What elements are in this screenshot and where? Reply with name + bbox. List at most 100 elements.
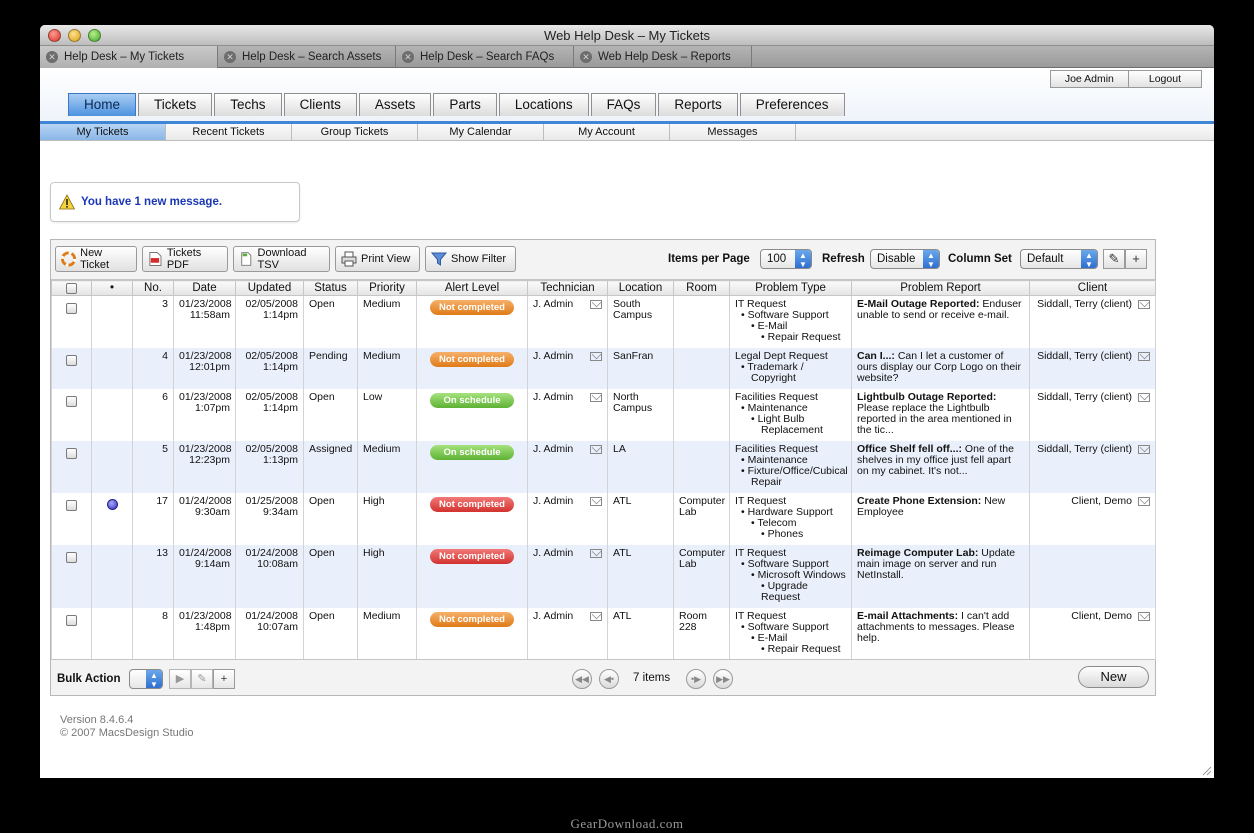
browser-tab[interactable]: ✕ Help Desk – Search Assets: [218, 46, 396, 68]
column-header[interactable]: Status: [303, 280, 358, 296]
problem-report-cell[interactable]: Office Shelf fell off...: One of the she…: [851, 440, 1030, 493]
column-header[interactable]: •: [91, 280, 133, 296]
row-checkbox[interactable]: [66, 395, 77, 407]
next-page-button[interactable]: •▶: [686, 669, 706, 689]
table-row[interactable]: 13 01/24/2008 9:14am 01/24/2008 10:08am Open H…: [51, 544, 1156, 608]
bulk-run-button[interactable]: ▶: [169, 669, 191, 689]
problem-report-cell[interactable]: Reimage Computer Lab: Update main image …: [851, 544, 1030, 608]
email-icon[interactable]: [1138, 392, 1150, 402]
ticket-number[interactable]: 6: [132, 388, 174, 441]
items-per-page-select[interactable]: 100 ▲ ▼: [760, 249, 812, 269]
email-icon[interactable]: [590, 444, 602, 454]
main-tab-preferences[interactable]: Preferences: [739, 93, 845, 116]
email-icon[interactable]: [590, 496, 602, 506]
minimize-window-button[interactable]: [68, 29, 81, 42]
problem-report-cell[interactable]: E-mail Attachments: I can't add attachme…: [851, 607, 1030, 660]
download-tsv-button[interactable]: Download TSV: [233, 246, 330, 272]
last-page-button[interactable]: ▶▶: [713, 669, 733, 689]
technician-name[interactable]: J. Admin: [533, 350, 573, 362]
problem-report-cell[interactable]: Can I...: Can I let a customer of ours d…: [851, 347, 1030, 389]
new-button[interactable]: New: [1078, 666, 1149, 688]
main-tab-parts[interactable]: Parts: [433, 93, 497, 116]
column-header[interactable]: Problem Type: [729, 280, 852, 296]
technician-name[interactable]: J. Admin: [533, 443, 573, 455]
main-tab-clients[interactable]: Clients: [283, 93, 357, 116]
close-tab-icon[interactable]: ✕: [580, 51, 592, 63]
close-window-button[interactable]: [48, 29, 61, 42]
resize-grip-icon[interactable]: [1200, 764, 1212, 776]
table-row[interactable]: 8 01/23/2008 1:48pm 01/24/2008 10:07am Open Me…: [51, 607, 1156, 660]
row-checkbox[interactable]: [66, 303, 77, 314]
problem-report-cell[interactable]: Create Phone Extension: New Employee: [851, 492, 1030, 545]
client-name[interactable]: Siddall, Terry (client): [1037, 391, 1132, 403]
refresh-select[interactable]: Disable ▲ ▼: [870, 249, 940, 269]
technician-name[interactable]: J. Admin: [533, 610, 573, 622]
bulk-edit-button[interactable]: ✎: [191, 669, 213, 689]
main-tab-locations[interactable]: Locations: [498, 93, 589, 116]
select-all-checkbox[interactable]: [66, 282, 77, 294]
bulk-add-button[interactable]: +: [213, 669, 235, 689]
close-tab-icon[interactable]: ✕: [224, 51, 236, 63]
row-checkbox[interactable]: [66, 447, 77, 459]
client-name[interactable]: Siddall, Terry (client): [1037, 299, 1132, 310]
user-name-button[interactable]: Joe Admin: [1051, 71, 1129, 87]
ticket-number[interactable]: 3: [132, 295, 174, 348]
column-header[interactable]: Client: [1029, 280, 1156, 296]
email-icon[interactable]: [1138, 444, 1150, 454]
main-tab-assets[interactable]: Assets: [358, 93, 432, 116]
technician-name[interactable]: J. Admin: [533, 391, 573, 403]
column-header[interactable]: [51, 280, 92, 296]
email-icon[interactable]: [590, 611, 602, 621]
technician-name[interactable]: J. Admin: [533, 495, 573, 507]
ticket-number[interactable]: 4: [132, 347, 174, 389]
client-name[interactable]: Siddall, Terry (client): [1037, 443, 1132, 455]
email-icon[interactable]: [1138, 300, 1150, 309]
sub-tab-group-tickets[interactable]: Group Tickets: [292, 124, 418, 140]
column-set-select[interactable]: Default ▲ ▼: [1020, 249, 1098, 269]
main-tab-reports[interactable]: Reports: [658, 93, 738, 116]
email-icon[interactable]: [590, 392, 602, 402]
ticket-number[interactable]: 5: [132, 440, 174, 493]
print-view-button[interactable]: Print View: [335, 246, 420, 272]
technician-name[interactable]: J. Admin: [533, 299, 573, 310]
sub-tab-my-calendar[interactable]: My Calendar: [418, 124, 544, 140]
sub-tab-my-account[interactable]: My Account: [544, 124, 670, 140]
column-header[interactable]: Date: [173, 280, 236, 296]
table-row[interactable]: 17 01/24/2008 9:30am 01/25/2008 9:34am Open Hi…: [51, 492, 1156, 545]
logout-button[interactable]: Logout: [1129, 71, 1201, 87]
main-tab-tickets[interactable]: Tickets: [138, 93, 213, 116]
tickets-pdf-button[interactable]: Tickets PDF: [142, 246, 228, 272]
column-header[interactable]: Problem Report: [851, 280, 1030, 296]
edit-column-set-button[interactable]: ✎: [1103, 249, 1125, 269]
table-row[interactable]: 4 01/23/2008 12:01pm 02/05/2008 1:14pm Pendin…: [51, 347, 1156, 389]
column-header[interactable]: Updated: [235, 280, 304, 296]
previous-page-button[interactable]: ◀•: [599, 669, 619, 689]
table-row[interactable]: 3 01/23/2008 11:58am 02/05/2008 1:14pm Open Me…: [51, 295, 1156, 348]
row-checkbox[interactable]: [66, 551, 77, 563]
main-tab-techs[interactable]: Techs: [214, 93, 282, 116]
sub-tab-my-tickets[interactable]: My Tickets: [40, 124, 166, 140]
column-header[interactable]: Alert Level: [416, 280, 528, 296]
column-header[interactable]: Room: [673, 280, 730, 296]
browser-tab[interactable]: ✕ Web Help Desk – Reports: [574, 46, 752, 68]
new-ticket-button[interactable]: New Ticket: [55, 246, 137, 272]
row-checkbox[interactable]: [66, 354, 77, 366]
problem-report-cell[interactable]: E-Mail Outage Reported: Enduser unable t…: [851, 295, 1030, 348]
column-header[interactable]: Technician: [527, 280, 608, 296]
column-header[interactable]: No.: [132, 280, 174, 296]
close-tab-icon[interactable]: ✕: [402, 51, 414, 63]
column-header[interactable]: Location: [607, 280, 674, 296]
show-filter-button[interactable]: Show Filter: [425, 246, 516, 272]
client-name[interactable]: Client, Demo: [1071, 495, 1132, 507]
ticket-number[interactable]: 17: [132, 492, 174, 545]
row-checkbox[interactable]: [66, 614, 77, 626]
bulk-action-select[interactable]: ▲ ▼: [129, 669, 163, 689]
client-name[interactable]: Siddall, Terry (client): [1037, 350, 1132, 362]
browser-tab[interactable]: ✕ Help Desk – Search FAQs: [396, 46, 574, 68]
main-tab-faqs[interactable]: FAQs: [590, 93, 657, 116]
email-icon[interactable]: [590, 351, 602, 361]
ticket-number[interactable]: 13: [132, 544, 174, 608]
problem-report-cell[interactable]: Lightbulb Outage Reported: Please replac…: [851, 388, 1030, 441]
new-message-notice[interactable]: You have 1 new message.: [50, 182, 300, 222]
close-tab-icon[interactable]: ✕: [46, 51, 58, 63]
